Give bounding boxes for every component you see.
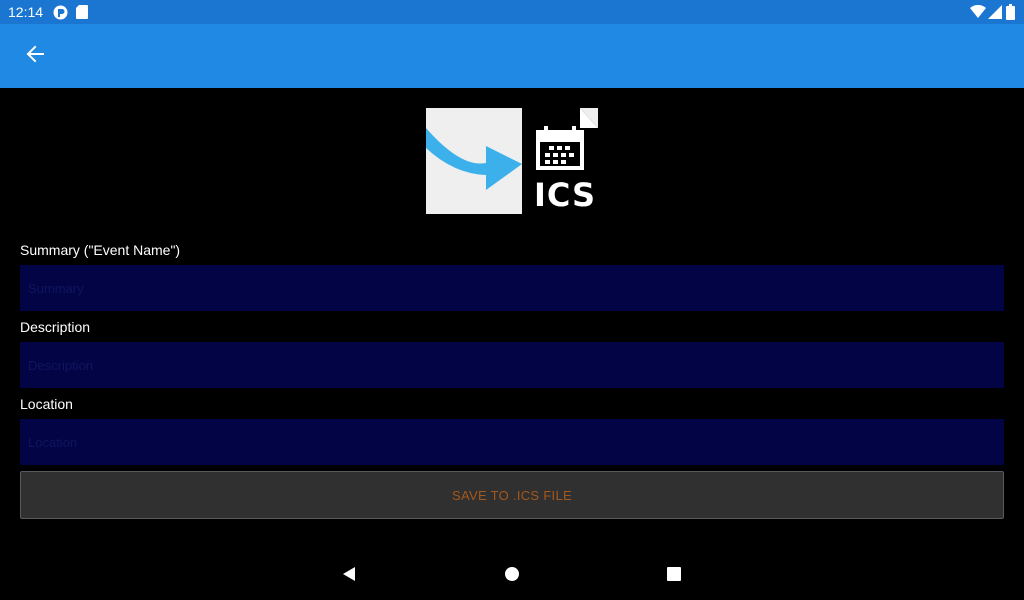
wifi-icon [970,4,986,24]
recents-square-icon [666,566,682,587]
sync-icon [53,5,68,25]
system-nav-bar [0,552,1024,600]
sd-card-icon [76,5,88,24]
ics-logo-image: ICS [426,108,598,214]
summary-label: Summary ("Event Name") [20,242,181,258]
back-triangle-icon [341,566,357,587]
home-circle-icon [504,566,520,587]
description-input[interactable] [20,342,1004,388]
nav-back-button[interactable] [337,564,361,588]
back-button[interactable] [19,40,51,72]
location-input[interactable] [20,419,1004,465]
app-bar [0,24,1024,88]
ics-label: ICS [534,176,597,214]
save-ics-button[interactable]: SAVE TO .ICS FILE [20,471,1004,519]
summary-input[interactable] [20,265,1004,311]
status-bar: 12:14 [0,0,1024,24]
nav-home-button[interactable] [500,564,524,588]
signal-icon [988,5,1002,24]
battery-icon [1006,4,1015,25]
arrow-back-icon [26,45,44,68]
status-time: 12:14 [8,4,44,20]
location-label: Location [20,396,73,412]
description-label: Description [20,319,91,335]
nav-recents-button[interactable] [662,564,686,588]
